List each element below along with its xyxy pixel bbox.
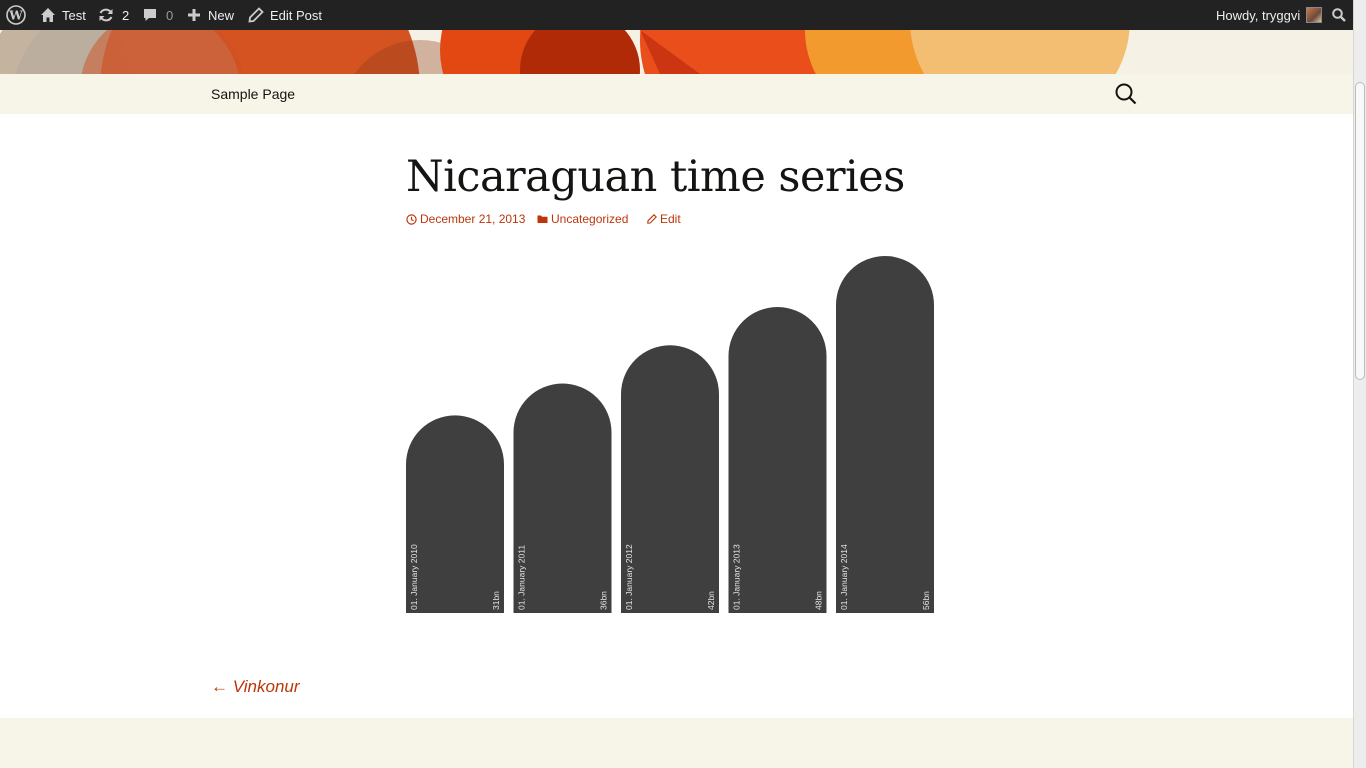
wordpress-logo-icon[interactable]: W (6, 0, 26, 30)
edit-label: Edit (660, 212, 681, 226)
comment-bubble-icon (144, 9, 156, 21)
plus-icon (188, 9, 200, 21)
bar-value-label: 31bn (491, 591, 501, 610)
bar-1: 01. January 2010 31bn (406, 415, 504, 613)
scrollbar-thumb[interactable] (1355, 82, 1365, 380)
bar-category-label: 01. January 2013 (732, 544, 742, 610)
main-content: Nicaraguan time series December 21, 2013… (0, 114, 1353, 718)
page-scrollbar[interactable] (1353, 0, 1366, 768)
category-link[interactable]: Uncategorized (537, 212, 628, 226)
post-category: Uncategorized (551, 212, 629, 226)
bar-5: 01. January 2014 56bn (836, 256, 934, 613)
bar-value-label: 36bn (599, 591, 609, 610)
bar-shape (621, 345, 719, 613)
new-label: New (208, 7, 235, 23)
admin-bar: W Test 2 0 New Edit Post Howdy, tryggvi (0, 0, 1366, 30)
bar-shape (513, 383, 612, 613)
site-name-label: Test (62, 7, 86, 23)
my-account-link[interactable]: Howdy, tryggvi (1216, 0, 1323, 30)
comments-count: 0 (166, 7, 174, 23)
folder-icon (537, 215, 548, 223)
updates-link[interactable]: 2 (98, 0, 129, 30)
search-toggle-icon[interactable] (1115, 83, 1137, 110)
bar-value-label: 56bn (921, 591, 931, 610)
bar-3: 01. January 2012 42bn (621, 345, 719, 613)
comments-link[interactable]: 0 (143, 0, 173, 30)
edit-post-label: Edit Post (270, 7, 323, 23)
post-title: Nicaraguan time series (406, 152, 905, 202)
updates-count: 2 (122, 7, 130, 23)
bar-chart: 01. January 2010 31bn 01. January 2011 36bn… (406, 256, 934, 613)
post-date: December 21, 2013 (420, 212, 526, 226)
bar-4: 01. January 2013 48bn (728, 307, 827, 613)
howdy-label: Howdy, tryggvi (1216, 7, 1301, 23)
bar-shape (836, 256, 934, 613)
refresh-icon (99, 8, 113, 22)
bar-2: 01. January 2011 36bn (513, 383, 612, 613)
pencil-icon (248, 7, 264, 23)
post-date-link[interactable]: December 21, 2013 (406, 212, 525, 226)
site-footer (0, 718, 1353, 768)
svg-text:W: W (8, 9, 23, 23)
header-circles-graphic (0, 30, 1353, 74)
header-image[interactable] (0, 30, 1353, 74)
edit-post-link[interactable]: Edit Post (248, 0, 322, 30)
adminbar-search-icon[interactable] (1332, 0, 1346, 30)
bar-category-label: 01. January 2014 (839, 544, 849, 610)
new-content-link[interactable]: New (187, 0, 234, 30)
home-icon (41, 8, 55, 22)
edit-pencil-icon (647, 214, 657, 224)
clock-icon (406, 213, 417, 225)
bar-value-label: 48bn (814, 591, 824, 610)
bar-shape (728, 307, 827, 613)
edit-link[interactable]: Edit (647, 212, 681, 226)
navbar: Sample Page (0, 74, 1353, 114)
bar-category-label: 01. January 2012 (624, 544, 634, 610)
bar-value-label: 42bn (706, 591, 716, 610)
previous-post-link[interactable]: ← Vinkonur (211, 677, 300, 697)
bar-category-label: 01. January 2011 (517, 545, 527, 610)
bar-shape (406, 415, 504, 613)
site-name-link[interactable]: Test (40, 0, 86, 30)
menu-item-sample-page[interactable]: Sample Page (211, 86, 295, 102)
bar-category-label: 01. January 2010 (409, 544, 419, 610)
avatar (1306, 7, 1323, 23)
